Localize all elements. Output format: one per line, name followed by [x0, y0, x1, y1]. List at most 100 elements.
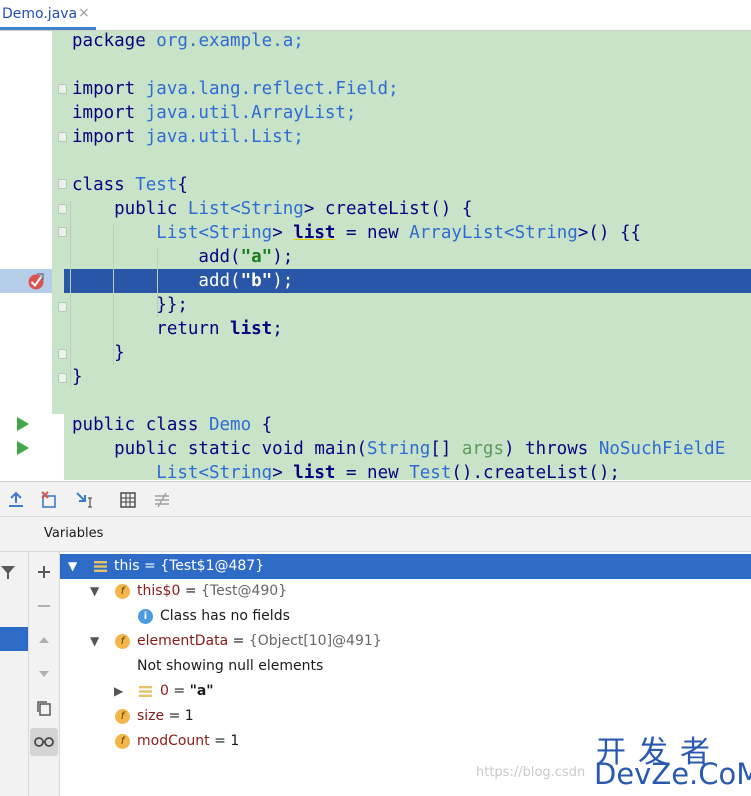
fold-marker[interactable]: [58, 227, 67, 237]
move-down-icon[interactable]: [36, 666, 52, 682]
bracket: >: [272, 223, 294, 243]
variable-name: modCount: [137, 733, 210, 749]
keyword: = new: [335, 223, 410, 243]
variable-row-elementdata[interactable]: ▼ f elementData = {Object[10]@491}: [60, 629, 751, 654]
info-text: Not showing null elements: [137, 658, 324, 674]
variable: list: [230, 319, 273, 339]
expand-arrow-icon[interactable]: ▼: [68, 554, 77, 579]
move-up-icon[interactable]: [36, 632, 52, 648]
equals: =: [139, 558, 161, 574]
code-line-1: package org.example.a;: [72, 31, 304, 53]
glasses-icon: [34, 737, 54, 747]
collapse-arrow-icon[interactable]: ▶: [114, 679, 123, 704]
variable-value: {Test@490}: [201, 583, 288, 599]
close-icon[interactable]: ×: [78, 5, 90, 21]
fold-marker[interactable]: [58, 84, 67, 94]
variables-header: Variables: [0, 517, 751, 552]
punct: ;: [272, 319, 283, 339]
line-gutter[interactable]: [0, 31, 52, 480]
step-out-icon[interactable]: [6, 490, 26, 510]
expand-arrow-icon[interactable]: ▼: [90, 629, 99, 654]
add-watch-icon[interactable]: [36, 564, 52, 580]
brace: }: [72, 367, 83, 387]
bracket: >: [272, 463, 294, 480]
drop-frame-icon[interactable]: [40, 490, 60, 510]
show-watches-toggle[interactable]: [30, 728, 58, 756]
bracket: >() {{: [577, 223, 642, 243]
string-literal: "b": [240, 271, 273, 291]
run-icon[interactable]: [17, 417, 29, 431]
type: Test: [409, 463, 452, 480]
import-path: java.lang.reflect.Field;: [135, 79, 399, 99]
variable: list: [293, 463, 336, 480]
code-line-5: import java.util.List;: [72, 125, 304, 149]
code-line-4: import java.util.ArrayList;: [72, 101, 356, 125]
run-icon[interactable]: [17, 441, 29, 455]
code-line-18: public static void main(String[] args) t…: [72, 437, 725, 461]
type: List: [156, 223, 199, 243]
fold-marker[interactable]: [58, 302, 67, 312]
equals: =: [164, 708, 185, 724]
type: String: [367, 439, 431, 459]
code-line-14: }: [72, 341, 125, 365]
equals: =: [209, 733, 231, 749]
variable-row-this[interactable]: ▼ this = {Test$1@487}: [60, 554, 751, 579]
punct: []: [430, 439, 462, 459]
string-literal: "a": [240, 247, 273, 267]
method-sig: > createList() {: [303, 199, 473, 219]
variable-value: {Object[10]@491}: [248, 633, 382, 649]
variable-row-size[interactable]: f size = 1: [60, 704, 751, 729]
keyword: public class: [72, 415, 209, 435]
fold-marker[interactable]: [58, 132, 67, 142]
fold-marker[interactable]: [58, 179, 67, 189]
trace-icon[interactable]: [152, 490, 172, 510]
info-icon: i: [138, 609, 153, 624]
keyword: import: [72, 127, 136, 147]
run-to-cursor-icon[interactable]: [74, 490, 94, 510]
code-line-12: }};: [72, 293, 188, 317]
field-icon: f: [115, 584, 130, 599]
brace: {: [177, 175, 188, 195]
variable: list: [293, 223, 336, 243]
brace: }: [72, 343, 125, 363]
tab-label: Demo.java: [2, 6, 78, 22]
type: List: [187, 199, 231, 219]
breakpoint-icon[interactable]: [27, 272, 45, 290]
tab-demo-java[interactable]: Demo.java ×: [0, 0, 96, 30]
expand-arrow-icon[interactable]: ▼: [90, 579, 99, 604]
selected-frame[interactable]: [0, 627, 28, 651]
object-icon: [94, 561, 107, 572]
code-line-11: add("b");: [72, 269, 293, 293]
evaluate-expression-icon[interactable]: [118, 490, 138, 510]
code-line-3: import java.lang.reflect.Field;: [72, 77, 399, 101]
type: String: [209, 463, 273, 480]
keyword: = new: [335, 463, 410, 480]
code-line-8: public List<String> createList() {: [72, 197, 472, 221]
bracket: <: [230, 199, 241, 219]
variable-name: 0: [160, 683, 169, 699]
type: ArrayList: [409, 223, 505, 243]
debugger-toolbar: [0, 482, 751, 517]
variable-row-this0[interactable]: ▼ f this$0 = {Test@490}: [60, 579, 751, 604]
field-icon: f: [115, 634, 130, 649]
gutter-gap: [52, 414, 64, 480]
package-name: org.example.a;: [145, 31, 304, 51]
bracket: <: [504, 223, 515, 243]
equals: =: [168, 683, 190, 699]
keyword: public static void main(: [72, 439, 368, 459]
variable-value: "a": [189, 683, 214, 699]
bracket: <: [198, 223, 209, 243]
brace: {: [251, 415, 273, 435]
fold-marker[interactable]: [58, 373, 67, 383]
variable-row-index0[interactable]: ▶ 0 = "a": [60, 679, 751, 704]
code-editor[interactable]: package org.example.a; import java.lang.…: [0, 31, 751, 480]
type: String: [209, 223, 273, 243]
variable-name: this$0: [137, 583, 181, 599]
filter-icon[interactable]: [0, 564, 16, 580]
copy-icon[interactable]: [36, 700, 52, 716]
remove-watch-icon[interactable]: [36, 598, 52, 614]
fold-marker[interactable]: [58, 204, 67, 214]
fold-marker[interactable]: [58, 349, 67, 359]
method-call: add(: [72, 271, 241, 291]
